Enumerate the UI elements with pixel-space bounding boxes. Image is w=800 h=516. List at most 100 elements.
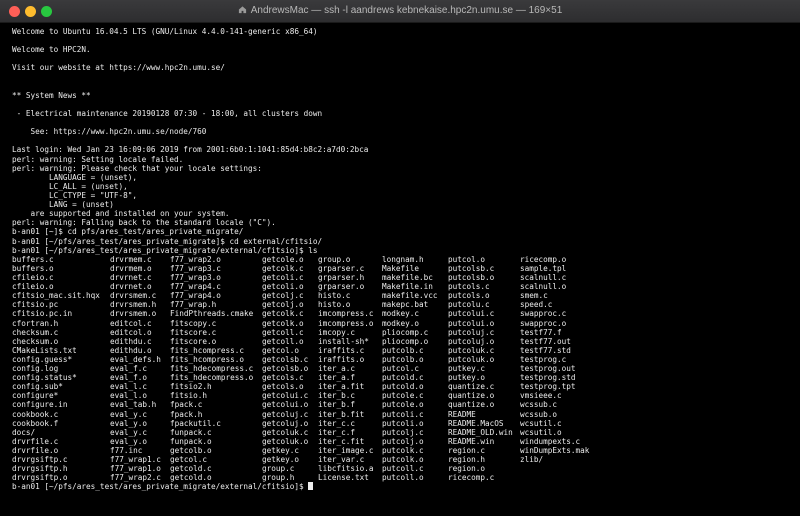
ls-file-entry: imcopy.c [318,327,356,337]
ls-file-entry: iter_a.fit [318,382,365,392]
ls-file-entry: windumpexts.c [520,436,581,446]
ls-file-entry: iter_b.f [318,400,356,410]
ls-file-entry: imcompress.o [318,318,374,328]
ls-file-entry: putcolui.o [448,318,495,328]
ls-file-entry: fits_hcompress.c [170,345,245,355]
ls-file-entry: winDumpExts.mak [520,446,590,456]
output-line: Welcome to HPC2N. [12,45,91,55]
ls-file-entry: drvrsmem.o [110,309,157,319]
ls-file-entry: checksum.c [12,327,59,337]
ls-file-entry: putcolsb.o [448,272,495,282]
ls-row: checksum.c editcol.o fitscore.c getcoll.c im… [12,328,792,337]
ls-file-entry: grparser.o [318,282,365,292]
ls-row: config.sub* eval_l.c fitsio2.h getcols.o ite… [12,382,792,391]
ls-file-entry: install-sh* [318,336,369,346]
ls-file-entry: putcoluj.o [448,336,495,346]
output-line: Visit our website at https://www.hpc2n.u… [12,63,225,73]
ls-row: drvrfile.c eval_y.o funpack.o getcoluk.o ite… [12,437,792,446]
ls-file-entry: f77_wrap4.c [170,282,221,292]
ls-row: checksum.o edithdu.c fitscore.o getcoll.o in… [12,337,792,346]
output-line: LANG = (unset) [12,200,114,210]
ls-file-entry: drvrgsiftp.h [12,464,68,474]
ls-file-entry: putcolk.c [382,446,424,456]
ls-file-entry: getcoli.c [262,272,304,282]
ls-file-entry: quantize.o [448,391,495,401]
ls-row: drvrgsiftp.h f77_wrap1.o getcold.c group.c l… [12,464,792,473]
ls-file-entry: zlib/ [520,455,544,465]
ls-row: cfitsio.pc drvrsmem.h f77_wrap.h getcolj.o h… [12,300,792,309]
title-bar[interactable]: AndrewsMac — ssh -l aandrews kebnekaise.… [0,0,800,23]
ls-file-entry: putcold.o [382,382,424,392]
ls-file-entry: getcols.o [262,382,304,392]
ls-file-entry: CMakeLists.txt [12,345,77,355]
ls-file-entry: cfileio.o [12,282,54,292]
ls-file-entry: drvrsmem.h [110,300,157,310]
ls-file-entry: drvrnet.c [110,272,152,282]
ls-file-entry: checksum.o [12,336,59,346]
ls-file-entry: iter_b.c [318,391,356,401]
ls-file-entry: modkey.c [382,309,420,319]
ls-file-entry: getcolsb.c [262,354,309,364]
terminal-content-area[interactable]: Welcome to Ubuntu 16.04.5 LTS (GNU/Linux… [0,23,800,516]
ls-file-entry: getcol.c [170,455,208,465]
ls-file-entry: ricecomp.c [448,473,495,483]
ls-file-entry: libcfitsio.a [318,464,374,474]
ls-file-entry: getcol.o [262,345,300,355]
ls-file-entry: eval_y.o [110,418,148,428]
ls-file-entry: getcoll.c [262,327,304,337]
window-title: AndrewsMac — ssh -l aandrews kebnekaise.… [250,5,563,16]
ls-file-entry: putcol.c [382,364,420,374]
ls-file-entry: vmsieee.c [520,391,562,401]
ls-file-entry: wcsutil.o [520,427,562,437]
ls-file-entry: longnam.h [382,254,424,264]
ls-file-entry: getcolk.c [262,263,304,273]
ls-file-entry: fpack.h [170,409,203,419]
output-line: See: https://www.hpc2n.umu.se/node/760 [12,127,207,137]
ls-row: cfileio.c drvrnet.c f77_wrap3.o getcoli.c gr… [12,273,792,282]
shell-prompt: b-an01 [~/pfs/ares_test/ares_private_mig… [12,482,309,492]
ls-row: cfitsio_mac.sit.hqx drvrsmem.c f77_wrap4.o… [12,291,792,300]
ls-file-entry: putcole.c [382,391,424,401]
ls-file-entry: fits_hdecompress.c [170,364,254,374]
ls-file-entry: getcolk.c [262,309,304,319]
ls-file-entry: pliocomp.c [382,327,429,337]
output-line: Last login: Wed Jan 23 16:09:06 2019 fro… [12,145,369,155]
ls-file-entry: getcold.c [170,464,212,474]
ls-file-entry: eval_l.o [110,391,148,401]
ls-file-entry: f77_wrap4.o [170,291,221,301]
ls-row: configure.in eval_tab.h fpack.c getcolui.o i… [12,400,792,409]
ls-file-entry: getcoll.o [262,336,304,346]
ls-row: cfitsio.pc.in drvrsmem.o FindPthreads.cmak… [12,309,792,318]
ls-file-entry: wcsutil.c [520,418,562,428]
ls-file-entry: funpack.o [170,436,212,446]
ls-row: cookbook.f eval_y.o fpackutil.c getcoluj.o i… [12,419,792,428]
ls-file-entry: getkey.o [262,455,300,465]
ls-file-entry: testprog.std [520,373,576,383]
ls-file-entry: putcolb.c [382,345,424,355]
ls-file-entry: edithdu.c [110,336,152,346]
ls-file-entry: editcol.c [110,318,152,328]
ls-file-entry: histo.c [318,291,351,301]
ls-file-entry: editcol.o [110,327,152,337]
ls-file-entry: getcolj.c [262,291,304,301]
ls-file-entry: eval_y.c [110,427,148,437]
ls-file-entry: config.sub* [12,382,63,392]
prompt-line[interactable]: b-an01 [~/pfs/ares_test/ares_private_mig… [12,482,792,491]
ls-file-entry: drvrsmem.c [110,291,157,301]
ls-file-entry: config.status* [12,373,77,383]
ls-file-entry: histo.o [318,300,351,310]
ls-file-entry: iter_a.f [318,373,356,383]
output-line: b-an01 [~/pfs/ares_test/ares_private_mig… [12,245,318,255]
ls-file-entry: getcolj.o [262,300,304,310]
ls-row: drvrgsiftp.o f77_wrap2.c getcold.o group.h L… [12,473,792,482]
ls-file-entry: f77_wrap1.o [110,464,161,474]
ls-file-entry: grparser.h [318,272,365,282]
home-folder-icon [238,6,246,14]
terminal-output: Welcome to Ubuntu 16.04.5 LTS (GNU/Linux… [12,27,792,492]
ls-file-entry: fitscore.c [170,327,217,337]
ls-file-entry: docs/ [12,427,36,437]
ls-row: drvrgsiftp.c f77_wrap1.c getcol.c getkey.o i… [12,455,792,464]
ls-file-entry: region.c [448,446,486,456]
